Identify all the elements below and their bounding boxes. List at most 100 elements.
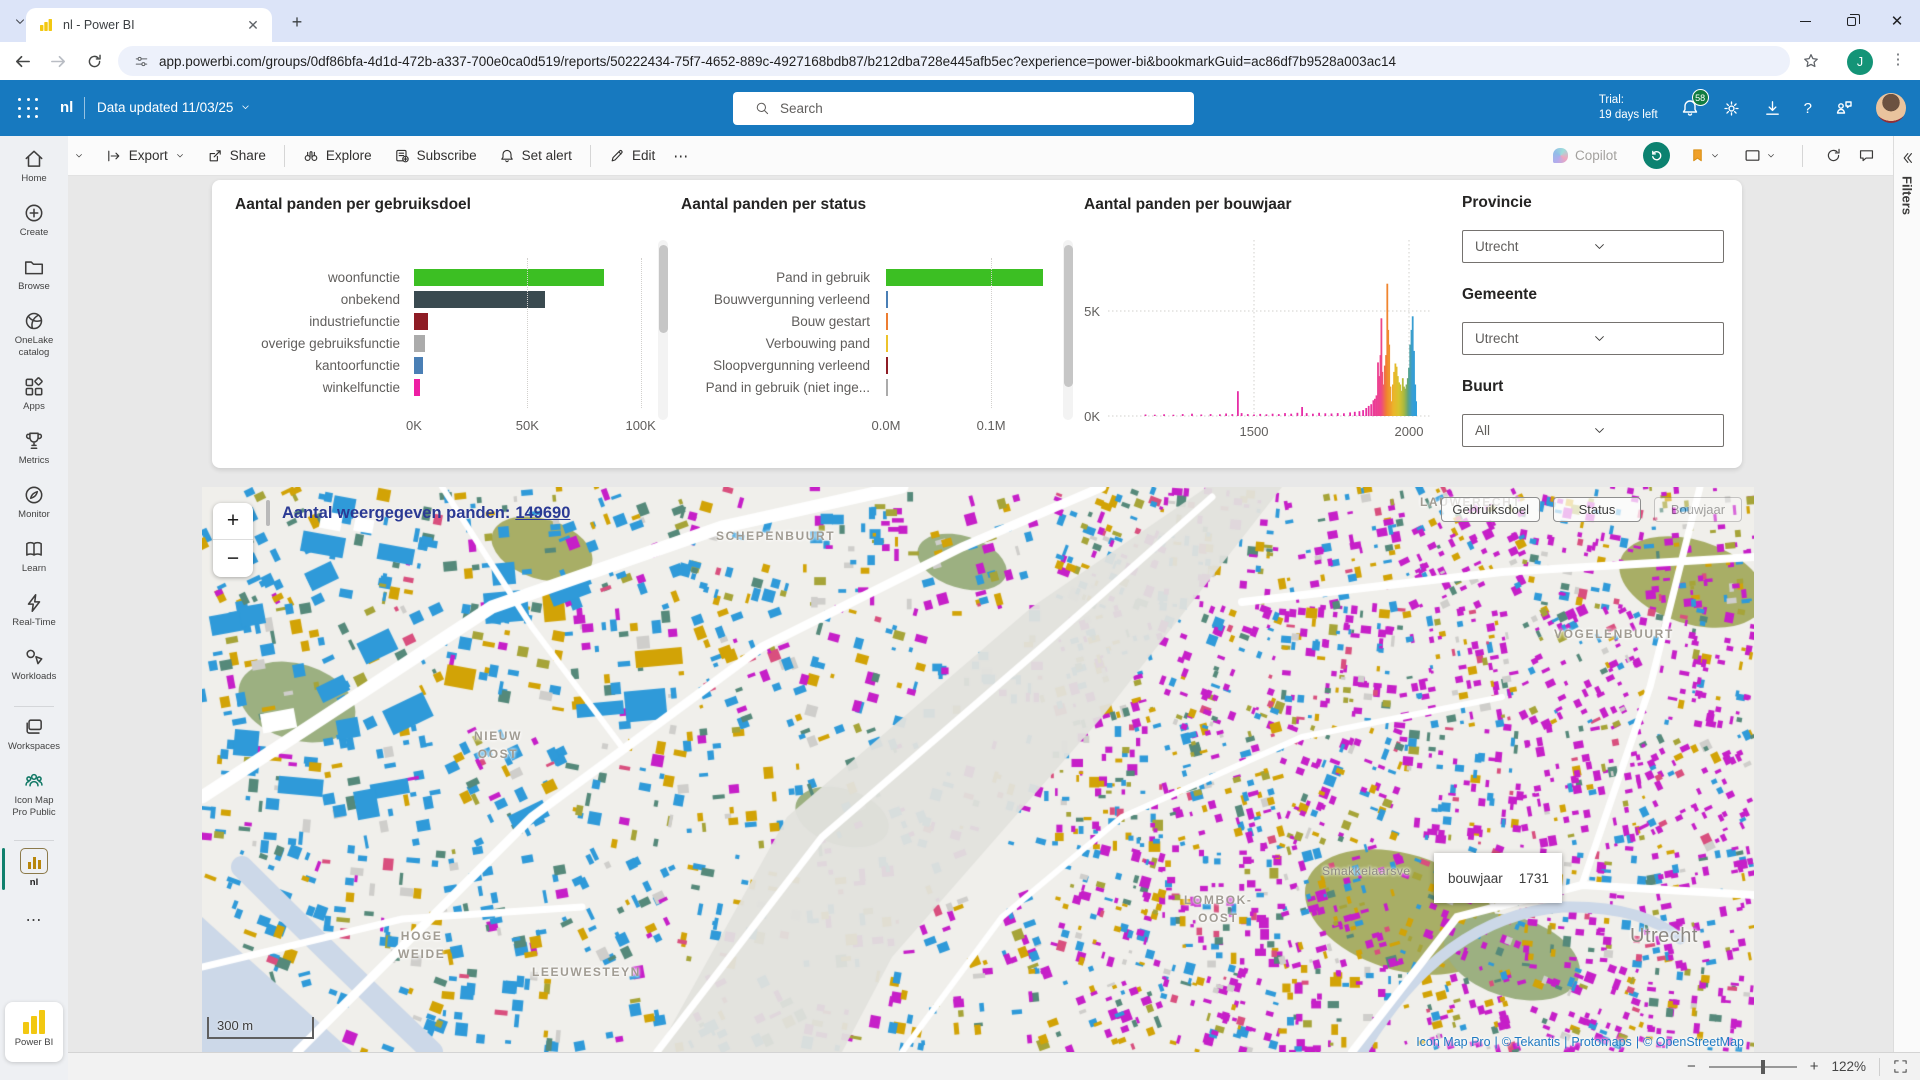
subscribe-button[interactable]: Subscribe bbox=[384, 141, 487, 171]
refresh-icon[interactable] bbox=[1825, 147, 1842, 164]
map-layer-button-bouwjaar[interactable]: Bouwjaar bbox=[1654, 497, 1742, 522]
share-button[interactable]: Share bbox=[197, 141, 276, 171]
bar-0[interactable] bbox=[886, 269, 1043, 286]
bar-4[interactable] bbox=[886, 357, 888, 374]
filter-dropdown-buurt[interactable]: All bbox=[1462, 414, 1724, 447]
zoom-percentage: 122% bbox=[1831, 1059, 1866, 1074]
search-input[interactable]: Search bbox=[733, 92, 1194, 125]
browser-profile-avatar[interactable]: J bbox=[1847, 49, 1873, 75]
bar-1[interactable] bbox=[414, 291, 545, 308]
comments-icon[interactable] bbox=[1858, 147, 1875, 164]
report-menubar: File Export Share Explore Subscribe bbox=[0, 136, 1920, 176]
bar-1[interactable] bbox=[886, 291, 888, 308]
expand-filters-icon[interactable] bbox=[1899, 150, 1915, 166]
explore-button[interactable]: Explore bbox=[293, 141, 382, 171]
sidebar-item-workloads[interactable]: Workloads bbox=[0, 646, 68, 683]
window-minimize-button[interactable] bbox=[1782, 0, 1828, 42]
bar-5[interactable] bbox=[414, 379, 420, 396]
download-icon[interactable] bbox=[1763, 99, 1782, 118]
sidebar-item-create[interactable]: Create bbox=[0, 202, 68, 239]
filter-dropdown-provincie[interactable]: Utrecht bbox=[1462, 230, 1724, 263]
map-zoom-out-button[interactable]: − bbox=[213, 540, 253, 577]
filters-rail-label[interactable]: Filters bbox=[1900, 176, 1915, 215]
sidebar-item-workspaces[interactable]: Workspaces bbox=[0, 716, 68, 753]
help-icon[interactable]: ? bbox=[1804, 100, 1812, 117]
filter-dropdown-gemeente[interactable]: Utrecht bbox=[1462, 322, 1724, 355]
app-launcher-icon[interactable] bbox=[18, 98, 39, 119]
chart-status[interactable]: Aantal panden per status Pand in gebruik… bbox=[668, 180, 1084, 468]
chart-bouwjaar[interactable]: Aantal panden per bouwjaar 5K0K15002000 bbox=[1072, 180, 1450, 468]
settings-gear-icon[interactable] bbox=[1722, 99, 1741, 118]
subscribe-icon bbox=[394, 148, 410, 164]
edit-button[interactable]: Edit bbox=[599, 141, 665, 171]
attribution-link[interactable]: © OpenStreetMap bbox=[1643, 1035, 1744, 1049]
chart-gebruiksdoel[interactable]: Aantal panden per gebruiksdoel woonfunct… bbox=[212, 180, 680, 468]
data-updated-dropdown[interactable]: Data updated 11/03/25 bbox=[97, 100, 251, 115]
sidebar-item-realtime[interactable]: Real-Time bbox=[0, 592, 68, 629]
url-field[interactable]: app.powerbi.com/groups/0df86bfa-4d1d-472… bbox=[118, 46, 1790, 76]
home-icon bbox=[0, 148, 68, 170]
sidebar-item-learn[interactable]: Learn bbox=[0, 538, 68, 575]
bar-2[interactable] bbox=[414, 313, 428, 330]
bar-0[interactable] bbox=[414, 269, 604, 286]
sidebar-item-iconmap[interactable]: Icon MapPro Public bbox=[0, 770, 68, 819]
set-alert-button[interactable]: Set alert bbox=[489, 141, 582, 171]
map-layer-button-gebruiksdoel[interactable]: Gebruiksdoel bbox=[1441, 497, 1540, 522]
export-icon bbox=[106, 148, 122, 164]
export-menu[interactable]: Export bbox=[96, 141, 195, 171]
sidebar-item-browse[interactable]: Browse bbox=[0, 256, 68, 293]
attribution-link[interactable]: Icon Map Pro bbox=[1416, 1035, 1490, 1049]
bar-5[interactable] bbox=[886, 379, 888, 396]
powerbi-home-button[interactable]: Power BI bbox=[5, 1002, 63, 1062]
copilot-button[interactable]: Copilot bbox=[1543, 141, 1627, 170]
panden-count-link[interactable]: 149690 bbox=[515, 504, 570, 522]
browser-tab[interactable]: nl - Power BI ✕ bbox=[26, 8, 272, 42]
sidebar-item-home[interactable]: Home bbox=[0, 148, 68, 185]
bar-2[interactable] bbox=[886, 313, 888, 330]
map-canvas[interactable] bbox=[202, 487, 1754, 1052]
attribution-link[interactable]: Protomaps bbox=[1571, 1035, 1631, 1049]
y-axis-tick: 5K bbox=[1074, 304, 1100, 319]
more-options-icon[interactable]: ⋯ bbox=[667, 147, 695, 165]
left-nav-sidebar: Home Create Browse OneLakecatalog Apps Metric… bbox=[0, 136, 68, 1080]
reload-icon[interactable] bbox=[80, 47, 108, 75]
chevron-down-icon bbox=[1766, 151, 1776, 161]
map-visual[interactable]: SCHEPENBUURTNIEUW OOSTHOGE WEIDELEEUWEST… bbox=[202, 487, 1754, 1052]
attribution-link[interactable]: © Tekantis bbox=[1502, 1035, 1560, 1049]
sidebar-item-onelake[interactable]: OneLakecatalog bbox=[0, 310, 68, 359]
zoom-in-button[interactable]: + bbox=[1810, 1058, 1819, 1075]
site-info-icon[interactable] bbox=[134, 54, 149, 69]
drag-handle[interactable] bbox=[266, 500, 270, 526]
map-layer-button-status[interactable]: Status bbox=[1553, 497, 1641, 522]
sidebar-item-more[interactable]: ⋯ bbox=[0, 910, 68, 930]
map-zoom-in-button[interactable]: + bbox=[213, 503, 253, 540]
back-icon[interactable] bbox=[8, 47, 36, 75]
new-tab-button[interactable]: + bbox=[286, 11, 308, 33]
window-restore-button[interactable] bbox=[1828, 0, 1874, 42]
sidebar-item-apps[interactable]: Apps bbox=[0, 376, 68, 413]
bar-3[interactable] bbox=[414, 335, 425, 352]
zoom-out-button[interactable]: − bbox=[1687, 1058, 1696, 1075]
tab-close-icon[interactable]: ✕ bbox=[244, 16, 262, 34]
window-close-button[interactable]: ✕ bbox=[1874, 0, 1920, 42]
notifications-bell-icon[interactable]: 58 bbox=[1680, 98, 1700, 118]
forward-icon[interactable] bbox=[44, 47, 72, 75]
chart-scrollbar[interactable] bbox=[658, 240, 668, 420]
bar-category-label: industriefunctie bbox=[212, 314, 408, 329]
chevron-down-icon bbox=[1593, 332, 1711, 345]
bar-4[interactable] bbox=[414, 357, 423, 374]
user-avatar[interactable] bbox=[1876, 93, 1906, 123]
bar-3[interactable] bbox=[886, 335, 888, 352]
bookmarks-button[interactable] bbox=[1686, 141, 1724, 170]
sidebar-item-nl[interactable]: nl bbox=[0, 848, 68, 889]
bookmark-star-icon[interactable] bbox=[1802, 52, 1820, 70]
filter-label-provincie: Provincie bbox=[1462, 194, 1532, 212]
zoom-slider[interactable] bbox=[1709, 1066, 1797, 1068]
view-button[interactable] bbox=[1740, 140, 1780, 171]
sidebar-item-metrics[interactable]: Metrics bbox=[0, 430, 68, 467]
reset-bookmark-button[interactable] bbox=[1643, 142, 1670, 169]
browser-menu-icon[interactable]: ⋮ bbox=[1888, 50, 1908, 68]
sidebar-item-monitor[interactable]: Monitor bbox=[0, 484, 68, 521]
fit-to-page-icon[interactable] bbox=[1893, 1059, 1908, 1074]
feedback-icon[interactable] bbox=[1834, 98, 1854, 118]
